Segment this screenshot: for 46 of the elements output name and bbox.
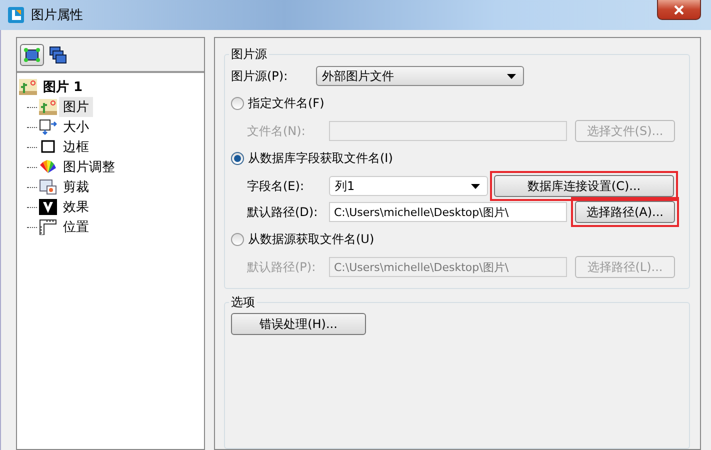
tree-item[interactable]: 图片 (59, 97, 93, 117)
action-button[interactable]: 选择路径(A)... (575, 201, 675, 223)
window-title: 图片属性 (31, 7, 83, 24)
error-handling-button[interactable]: 错误处理(H)... (231, 313, 366, 335)
dropdown-arrow-icon (507, 74, 516, 78)
tree-root-label[interactable]: 图片 1 (43, 78, 83, 96)
radio-label: 从数据源获取文件名(U) (248, 231, 374, 248)
tree-item[interactable]: 效果 (59, 197, 93, 217)
field-label: 文件名(N): (247, 122, 306, 140)
action-button[interactable]: 数据库连接设置(C)... (494, 175, 674, 197)
radio-label: 从数据库字段获取文件名(I) (248, 150, 393, 167)
app-logo-icon (8, 7, 24, 23)
tree-item[interactable]: 位置 (59, 217, 93, 237)
dropdown-arrow-icon (471, 184, 480, 188)
field-dropdown[interactable]: 列1 (329, 176, 488, 196)
border-icon (39, 139, 57, 155)
tree-item[interactable]: 图片调整 (59, 157, 119, 177)
tree-item[interactable]: 剪裁 (59, 177, 93, 197)
close-button[interactable] (657, 0, 701, 20)
input-field[interactable]: C:\Users\michelle\Desktop\图片\ (329, 202, 567, 222)
field-label: 字段名(E): (247, 178, 305, 194)
radio-button[interactable] (231, 233, 244, 246)
effect-icon (39, 199, 57, 215)
radio-button[interactable] (231, 97, 244, 110)
tree-item[interactable]: 边框 (59, 137, 93, 157)
input-field[interactable] (329, 121, 567, 141)
picture-icon (19, 79, 37, 95)
radio-option[interactable]: 从数据源获取文件名(U) (231, 225, 683, 254)
field-label: 默认路径(D): (247, 204, 319, 220)
field-label: 默认路径(P): (247, 258, 317, 276)
radio-button[interactable] (231, 152, 244, 165)
color-fan-icon (39, 159, 57, 175)
radio-option[interactable]: 从数据库字段获取文件名(I) (231, 144, 683, 173)
radio-label: 指定文件名(F) (248, 95, 324, 112)
resize-icon (39, 119, 57, 135)
group-title: 选项 (230, 294, 256, 311)
ruler-icon (39, 219, 57, 235)
picture-icon (39, 99, 57, 115)
radio-option[interactable]: 指定文件名(F) (231, 89, 683, 118)
tree-item[interactable]: 大小 (59, 117, 93, 137)
field-label: 图片源(P): (231, 68, 289, 84)
crop-icon (39, 179, 57, 195)
group-title: 图片源 (230, 46, 268, 63)
source-dropdown[interactable]: 外部图片文件 (316, 66, 524, 86)
select-object-button[interactable] (20, 44, 44, 66)
close-icon (674, 4, 684, 14)
